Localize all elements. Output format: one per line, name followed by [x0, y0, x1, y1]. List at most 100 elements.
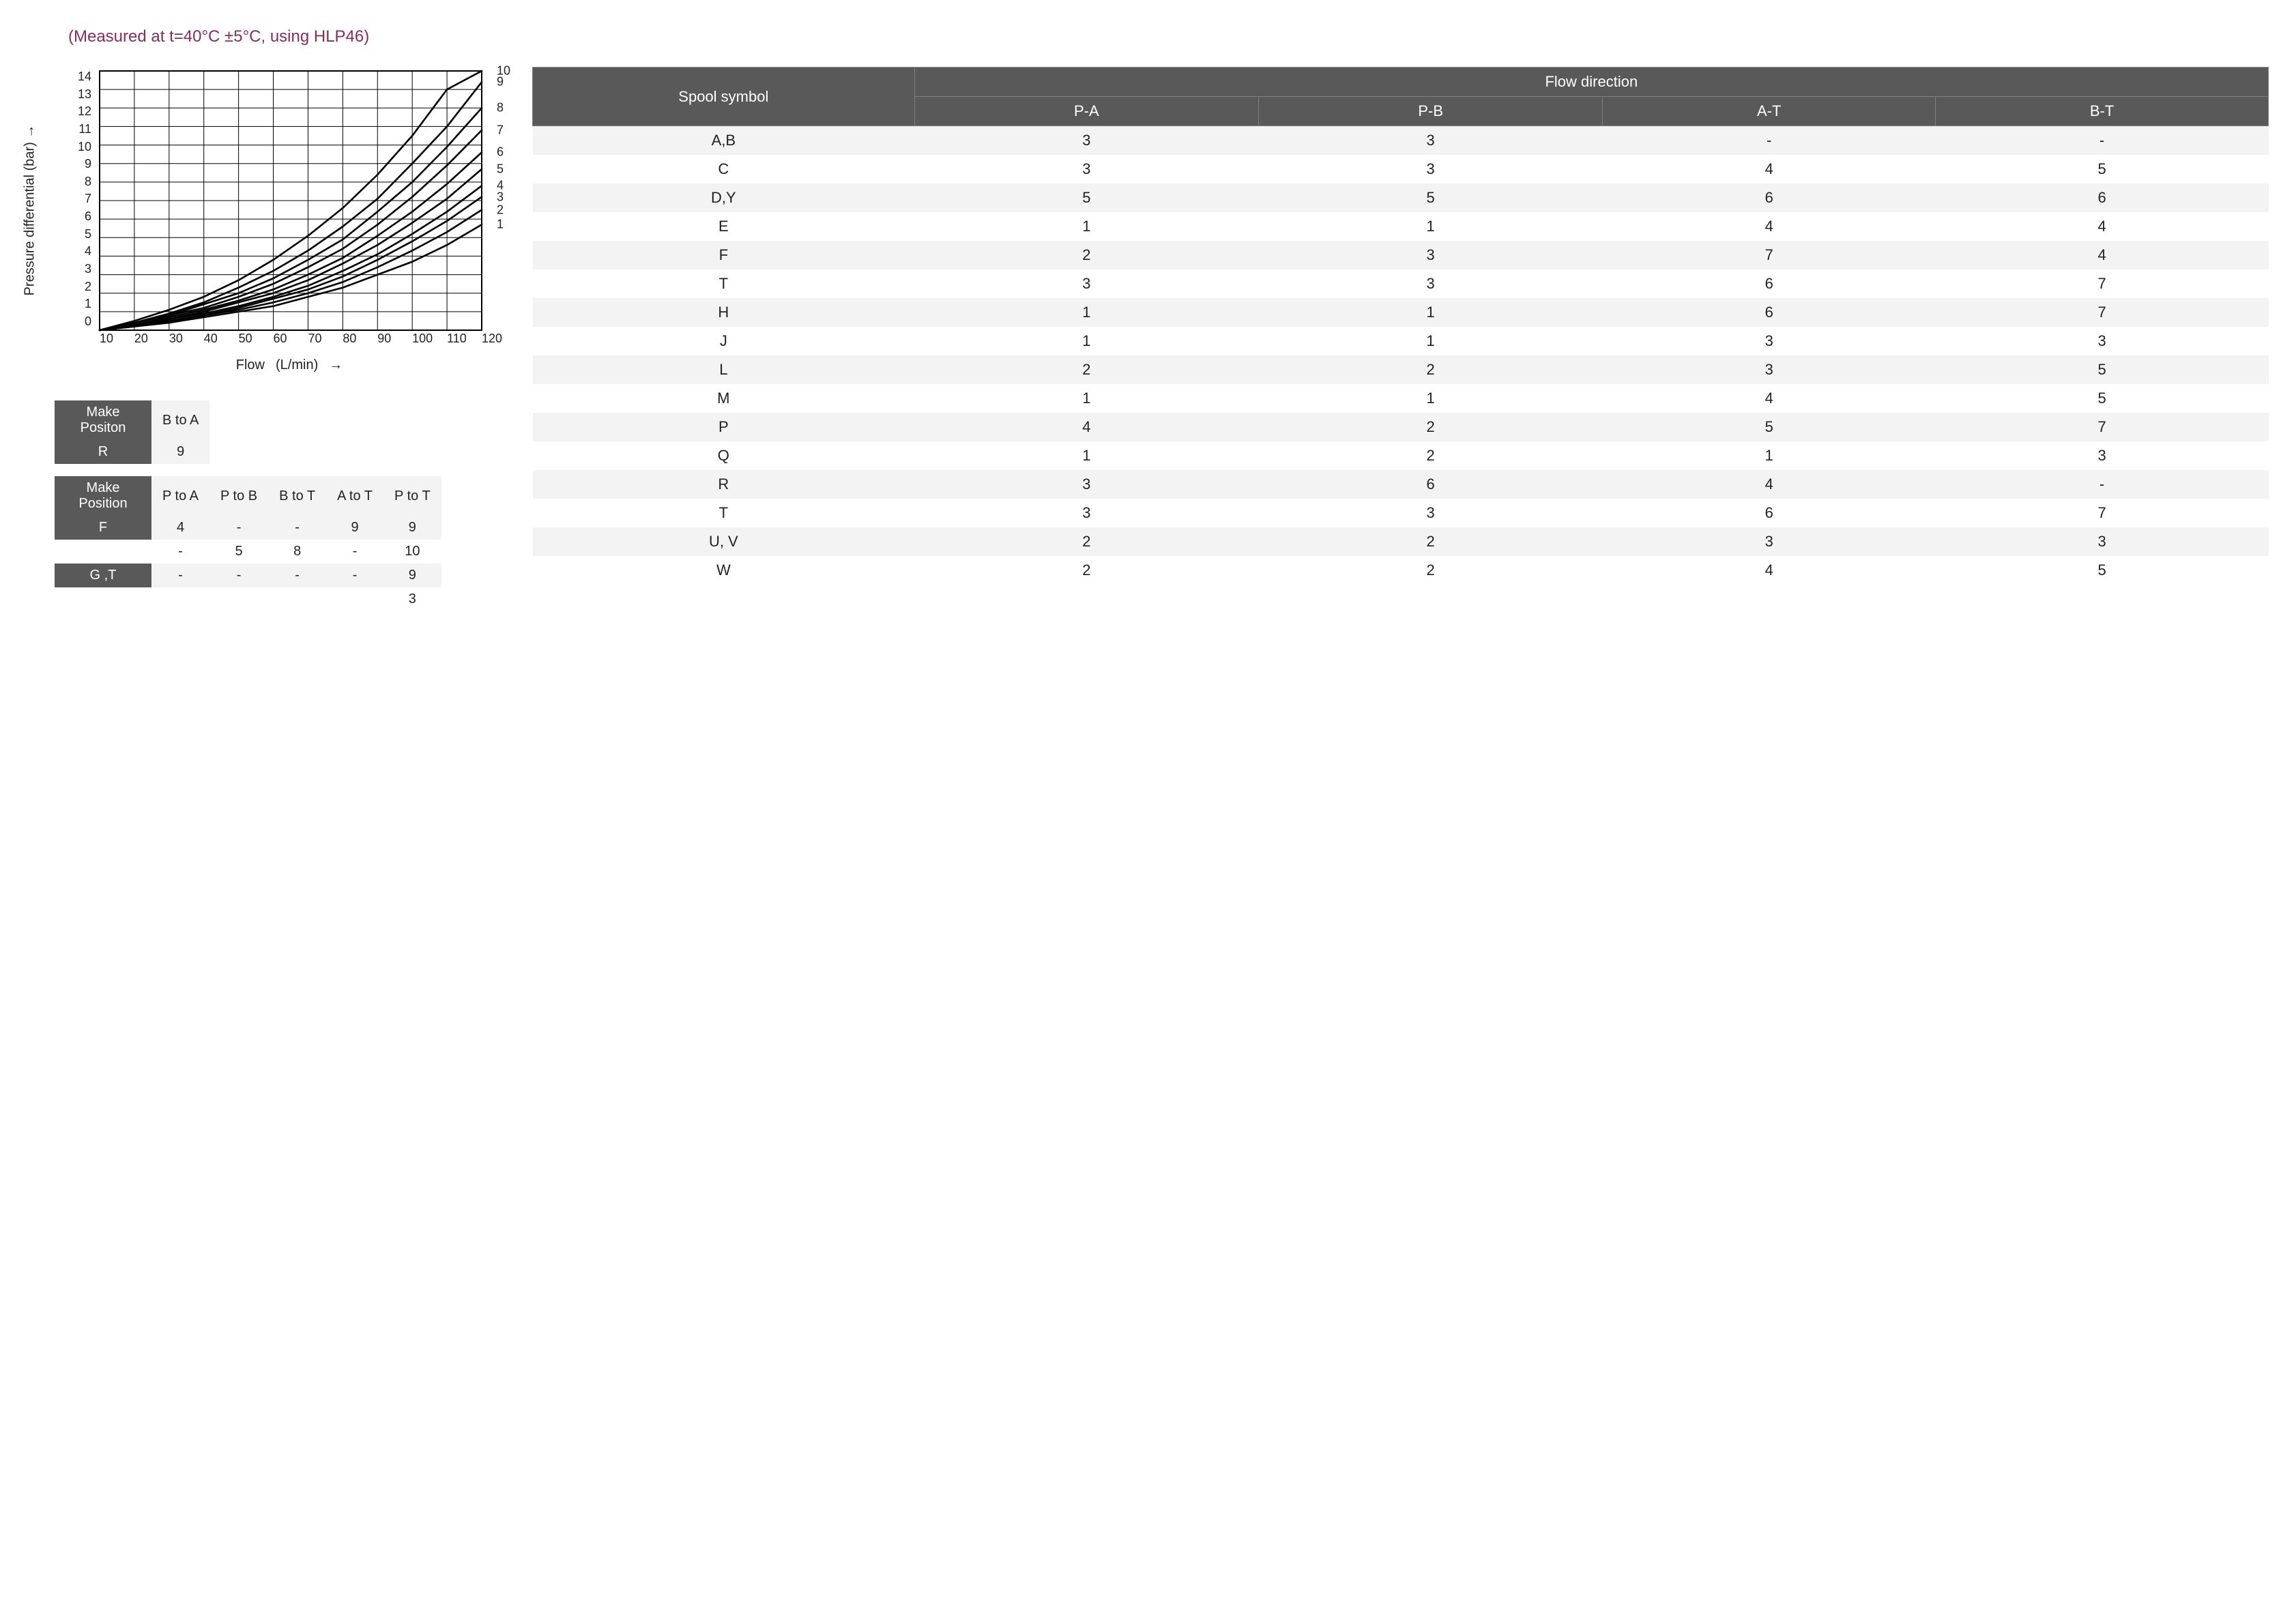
table-cell: 1 [1259, 384, 1603, 413]
y-axis-label: Pressure differential (bar) → [23, 125, 38, 296]
table-cell: 3 [383, 587, 441, 611]
table-cell: 7 [1936, 499, 2269, 527]
table-cell: 6 [1603, 184, 1936, 212]
table-cell: 4 [1603, 556, 1936, 585]
table-cell: G ,T [55, 564, 151, 587]
chart-svg [61, 67, 484, 340]
table-row: P4257 [533, 413, 2269, 441]
table-cell: T [533, 269, 915, 298]
table-cell: Q [533, 441, 915, 470]
series-label: 1 [497, 218, 504, 232]
table-cell: 5 [1936, 155, 2269, 184]
table-row: A,B33-- [533, 126, 2269, 156]
table-header: A-T [1603, 97, 1936, 126]
table-header: Make Position [55, 476, 151, 516]
x-axis-label: Flow [236, 357, 265, 373]
table-cell: 1 [914, 327, 1258, 355]
table-cell: H [55, 587, 151, 611]
table-cell: L [533, 355, 915, 384]
table-cell: 7 [1936, 413, 2269, 441]
table-cell: R [533, 470, 915, 499]
y-tick: 9 [75, 157, 91, 171]
table-cell: 6 [1259, 470, 1603, 499]
y-tick: 1 [75, 297, 91, 311]
y-ticks: 14131211109876543210 [75, 70, 91, 329]
table-row: R364- [533, 470, 2269, 499]
table-cell: A,B [533, 126, 915, 156]
table-cell: 3 [1259, 241, 1603, 269]
table-cell: - [151, 540, 209, 564]
table-cell: 3 [1603, 527, 1936, 556]
y-tick: 14 [75, 70, 91, 84]
table-row: D,Y5566 [533, 184, 2269, 212]
table-cell: 8 [268, 540, 326, 564]
table-row: T3367 [533, 269, 2269, 298]
table-cell: 1 [914, 384, 1258, 413]
table-cell: P [533, 413, 915, 441]
table-cell: 5 [209, 540, 268, 564]
table-header: P-B [1259, 97, 1603, 126]
y-tick: 12 [75, 104, 91, 119]
table-cell: 3 [1603, 327, 1936, 355]
table-row: J1133 [533, 327, 2269, 355]
y-tick: 3 [75, 262, 91, 276]
table-cell: 4 [1603, 384, 1936, 413]
table-cell: R [55, 440, 151, 464]
table-cell: 3 [1936, 441, 2269, 470]
table-cell: 3 [1259, 126, 1603, 156]
table-header: P to T [383, 476, 441, 516]
y-tick: 10 [75, 140, 91, 154]
make-position-table-2: Make PositionP to AP to BB to TA to TP t… [55, 476, 441, 611]
table-cell: T [533, 499, 915, 527]
table-cell: 3 [1936, 327, 2269, 355]
table-cell: 3 [1936, 527, 2269, 556]
table-cell: 9 [151, 440, 209, 464]
table-cell: 2 [1259, 556, 1603, 585]
table-cell: H [533, 298, 915, 327]
table-cell: - [151, 564, 209, 587]
y-tick: 6 [75, 209, 91, 224]
table-header: P-A [914, 97, 1258, 126]
table-cell: E [533, 212, 915, 241]
table-cell: - [268, 516, 326, 540]
y-tick: 5 [75, 227, 91, 242]
table-header: B-T [1936, 97, 2269, 126]
table-cell: 1 [1603, 441, 1936, 470]
table-cell: 7 [1603, 241, 1936, 269]
table-cell: - [326, 564, 383, 587]
table-cell: W [533, 556, 915, 585]
table-row: T3367 [533, 499, 2269, 527]
table-cell: 1 [914, 212, 1258, 241]
table-cell: 4 [1936, 212, 2269, 241]
table-cell: 7 [1936, 298, 2269, 327]
table-row: F2374 [533, 241, 2269, 269]
table-header: B to T [268, 476, 326, 516]
table-cell: - [326, 540, 383, 564]
table-cell [151, 587, 209, 611]
table-cell: 5 [1259, 184, 1603, 212]
table-header: Flow direction [914, 68, 2268, 97]
table-cell: 2 [914, 241, 1258, 269]
table-cell: 2 [914, 355, 1258, 384]
table-cell: 5 [1936, 384, 2269, 413]
table-cell: - [1936, 126, 2269, 156]
measurement-caption: (Measured at t=40°C ±5°C, using HLP46) [68, 27, 2269, 46]
y-tick: 8 [75, 175, 91, 189]
y-tick: 4 [75, 244, 91, 259]
table-cell: 9 [383, 564, 441, 587]
table-cell: - [209, 564, 268, 587]
make-position-table-1: Make PositonB to AR9 [55, 400, 209, 464]
table-cell: 2 [914, 556, 1258, 585]
table-cell: 4 [1603, 155, 1936, 184]
y-tick: 0 [75, 315, 91, 329]
table-cell: 5 [1936, 355, 2269, 384]
x-ticks: 102030405060708090100110120 [100, 332, 482, 346]
table-cell: 6 [1603, 269, 1936, 298]
pressure-flow-chart: Pressure differential (bar) → 1413121110… [61, 67, 484, 353]
series-label: 3 [497, 190, 504, 204]
table-cell [326, 587, 383, 611]
spool-flow-direction-table: Spool symbolFlow directionP-AP-BA-TB-TA,… [532, 67, 2269, 585]
table-cell: 2 [1259, 413, 1603, 441]
series-label: 2 [497, 203, 504, 217]
table-cell: 4 [914, 413, 1258, 441]
